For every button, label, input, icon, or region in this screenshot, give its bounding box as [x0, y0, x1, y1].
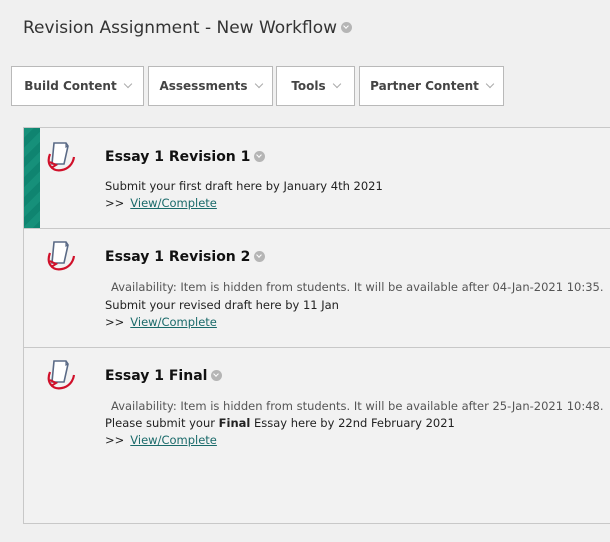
item-options-chevron-icon[interactable] [254, 250, 266, 262]
chevron-down-icon [123, 79, 132, 89]
selected-item-accent [24, 128, 40, 228]
availability-note: Availability: Item is hidden from studen… [111, 399, 604, 413]
item-description: Submit your revised draft here by 11 Jan [105, 298, 339, 312]
chevron-down-icon [332, 79, 341, 89]
view-complete-link[interactable]: View/Complete [130, 433, 217, 447]
item-title-text[interactable]: Essay 1 Revision 2 [105, 249, 250, 265]
content-item: Essay 1 Revision 1 Submit your first dra… [24, 128, 610, 228]
assessments-menu-button[interactable]: Assessments [148, 66, 273, 106]
assignment-icon [47, 360, 76, 390]
item-link-line: >> View/Complete [105, 315, 217, 329]
build-content-menu-button[interactable]: Build Content [11, 66, 144, 106]
assignment-icon [47, 142, 76, 172]
item-description: Please submit your Final Essay here by 2… [105, 416, 455, 430]
availability-note: Availability: Item is hidden from studen… [111, 280, 604, 294]
build-content-label: Build Content [24, 79, 117, 93]
assessments-label: Assessments [159, 79, 248, 93]
item-description: Submit your first draft here by January … [105, 179, 383, 193]
page-title-text: Revision Assignment - New Workflow [23, 18, 338, 38]
page-title: Revision Assignment - New Workflow [23, 18, 353, 38]
link-prefix: >> [105, 315, 125, 329]
item-options-chevron-icon[interactable] [254, 150, 266, 162]
link-prefix: >> [105, 433, 125, 447]
assignment-icon [47, 241, 76, 271]
tools-label: Tools [291, 79, 326, 93]
tools-menu-button[interactable]: Tools [276, 66, 355, 106]
chevron-down-icon [485, 79, 495, 89]
item-title-text[interactable]: Essay 1 Revision 1 [105, 149, 250, 165]
description-bold: Final [218, 416, 251, 430]
item-options-chevron-icon[interactable] [211, 369, 223, 381]
view-complete-link[interactable]: View/Complete [130, 196, 217, 210]
partner-content-menu-button[interactable]: Partner Content [359, 66, 504, 106]
partner-content-label: Partner Content [370, 79, 479, 93]
item-link-line: >> View/Complete [105, 433, 217, 447]
item-title[interactable]: Essay 1 Revision 2 [105, 249, 266, 265]
item-title-text[interactable]: Essay 1 Final [105, 368, 207, 384]
content-item: Essay 1 Revision 2 Availability: Item is… [24, 228, 610, 348]
item-link-line: >> View/Complete [105, 196, 217, 210]
content-list: Essay 1 Revision 1 Submit your first dra… [23, 127, 610, 524]
item-title[interactable]: Essay 1 Revision 1 [105, 149, 266, 165]
item-title[interactable]: Essay 1 Final [105, 368, 223, 384]
description-before: Please submit your [105, 416, 215, 430]
content-item: Essay 1 Final Availability: Item is hidd… [24, 347, 610, 524]
chevron-down-icon [254, 79, 263, 89]
link-prefix: >> [105, 196, 125, 210]
title-options-chevron-icon[interactable] [341, 21, 353, 33]
description-after: Essay here by 22nd February 2021 [253, 416, 455, 430]
view-complete-link[interactable]: View/Complete [130, 315, 217, 329]
